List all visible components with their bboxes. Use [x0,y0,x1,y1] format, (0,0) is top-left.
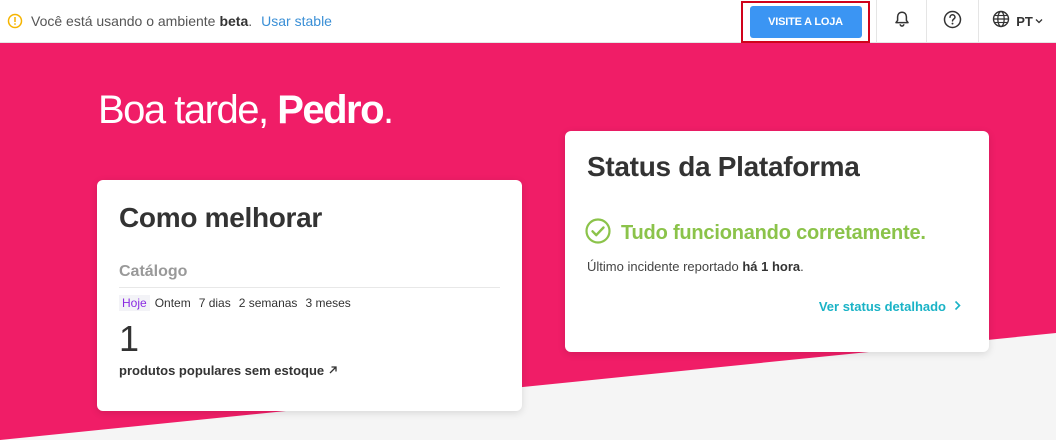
period-7-days[interactable]: 7 dias [196,295,234,311]
beta-word: beta [219,13,249,29]
greeting-heading: Boa tarde, Pedro. [98,88,394,132]
platform-status-card: Status da Plataforma Tudo funcionando co… [565,131,989,352]
question-circle-icon [943,10,962,34]
last-incident-text: Último incidente reportado há 1 hora. [587,259,804,274]
globe-icon [992,10,1010,33]
metric-value: 1 [119,318,140,359]
check-circle-icon [585,218,611,249]
language-label: PT [1016,14,1033,29]
metric-label: produtos populares sem estoque [119,363,325,378]
bell-icon [893,10,911,33]
period-selector: Hoje Ontem 7 dias 2 semanas 3 meses [119,295,356,311]
help-button[interactable] [926,0,978,43]
chevron-down-icon [1035,16,1043,27]
top-bar: Você está usando o ambiente beta. Usar s… [0,0,1056,43]
period-yesterday[interactable]: Ontem [152,295,194,311]
beta-message-text: Você está usando o ambiente [31,13,216,29]
period-today[interactable]: Hoje [119,295,150,311]
section-label: Catálogo [119,263,188,280]
detailed-status-link[interactable]: Ver status detalhado [819,298,961,314]
visit-store-highlight: VISITE A LOJA [741,1,870,43]
how-to-improve-card: Como melhorar Catálogo Hoje Ontem 7 dias… [97,180,522,411]
status-text: Tudo funcionando corretamente. [621,222,926,244]
divider [119,287,500,288]
visit-store-button[interactable]: VISITE A LOJA [749,6,862,38]
external-arrow-icon [328,364,338,378]
chevron-right-icon [954,298,961,314]
user-name: Pedro [277,88,384,132]
status-row: Tudo funcionando corretamente. [585,218,926,249]
period-3-months[interactable]: 3 meses [302,295,353,311]
popular-out-of-stock-link[interactable]: produtos populares sem estoque [119,363,338,378]
use-stable-link[interactable]: Usar stable [261,13,332,29]
warning-circle-icon [7,13,23,29]
detail-link-label: Ver status detalhado [818,298,946,314]
card-title: Como melhorar [119,202,323,233]
period-2-weeks[interactable]: 2 semanas [236,295,301,311]
card-title: Status da Plataforma [587,151,860,182]
last-incident-time: há 1 hora [742,259,801,274]
notifications-button[interactable] [876,0,926,43]
language-selector[interactable]: PT [978,0,1056,43]
